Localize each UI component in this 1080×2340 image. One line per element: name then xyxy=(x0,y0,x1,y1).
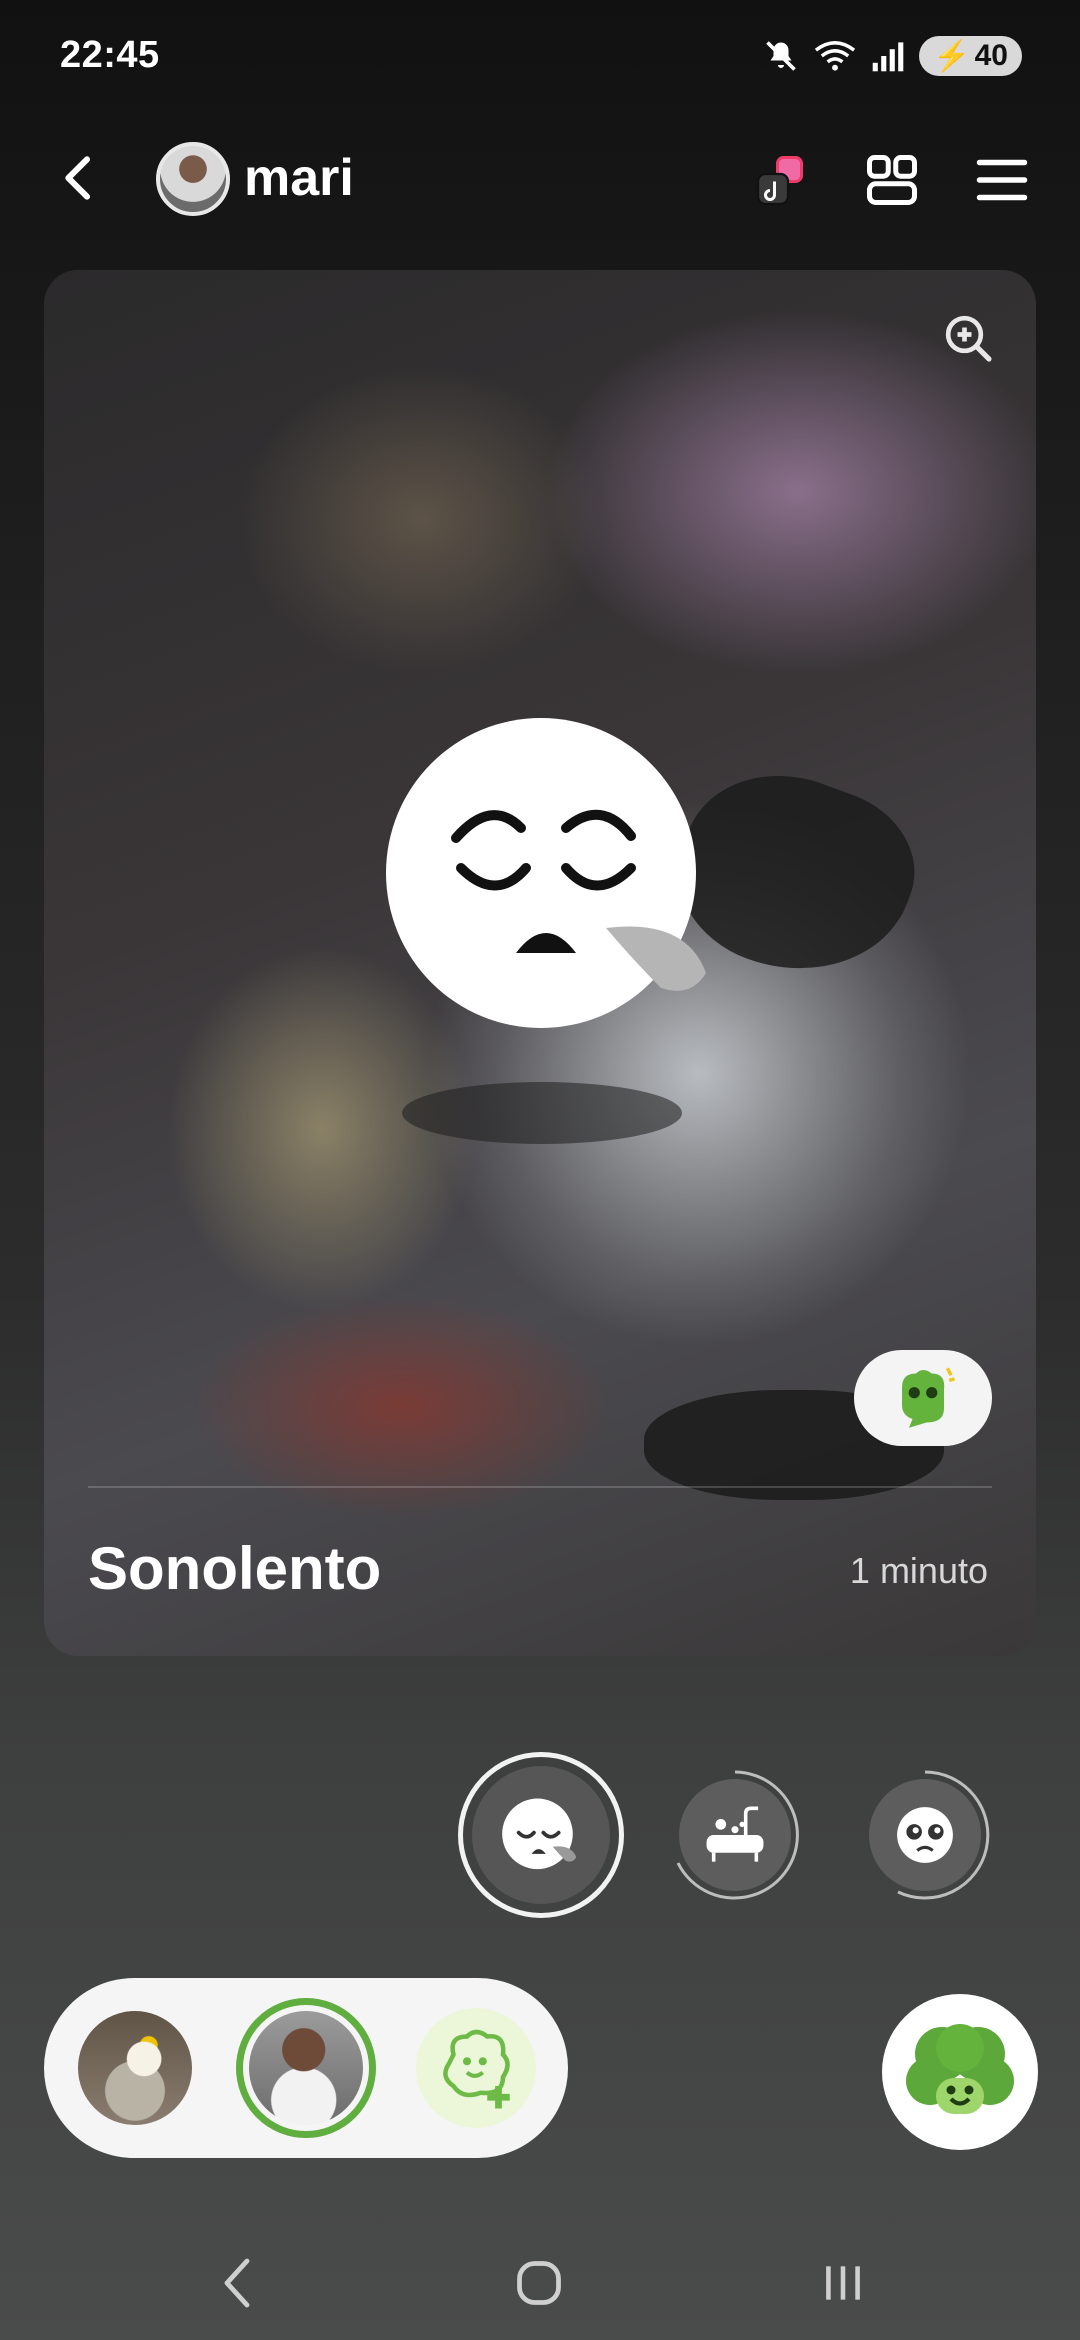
card-divider xyxy=(88,1486,992,1488)
zoom-in-icon[interactable] xyxy=(940,310,996,366)
mascot-reaction-button[interactable] xyxy=(854,1350,992,1446)
back-arrow-icon[interactable] xyxy=(52,150,108,206)
friend-avatar-bird[interactable] xyxy=(78,2011,192,2125)
timestamp: 1 minuto xyxy=(849,1550,988,1591)
sleepy-face-emoji xyxy=(386,718,706,1028)
emoji-shadow xyxy=(402,1082,682,1144)
progress-ring xyxy=(897,1770,990,1900)
friends-switcher xyxy=(44,1978,568,2158)
nav-recents-button[interactable] xyxy=(808,2248,878,2318)
nav-back-icon xyxy=(224,2258,250,2308)
wifi-icon xyxy=(815,41,856,71)
nav-recents-icon xyxy=(826,2266,860,2300)
page-title[interactable]: mari xyxy=(244,148,354,208)
broccoli-mascot-icon xyxy=(906,2024,1014,2114)
mood-card[interactable]: Sonolento 1 minuto xyxy=(44,270,1036,1656)
status-icons: ⚡ 40 xyxy=(763,34,1022,78)
bolt-icon: ⚡ xyxy=(933,39,971,73)
avatar[interactable] xyxy=(156,142,230,216)
mute-icon xyxy=(766,41,797,71)
nav-home-button[interactable] xyxy=(504,2248,574,2318)
grid-view-icon[interactable] xyxy=(862,150,922,210)
progress-ring xyxy=(676,1770,799,1900)
signal-icon xyxy=(872,42,904,72)
friend-avatar-mari[interactable] xyxy=(236,1998,376,2138)
tiktok-stack-icon[interactable] xyxy=(752,150,812,210)
sleepy-face-icon xyxy=(502,1798,577,1870)
add-friend-button[interactable] xyxy=(416,2008,536,2128)
mascot-sparkle-icon xyxy=(902,1367,956,1428)
menu-icon[interactable] xyxy=(972,150,1032,210)
status-time: 22:45 xyxy=(60,34,160,76)
mascot-button[interactable] xyxy=(882,1994,1038,2150)
avatar xyxy=(249,2011,363,2125)
mood-bubble-pleading[interactable] xyxy=(858,1768,992,1902)
mood-label: Sonolento xyxy=(88,1535,382,1602)
battery-indicator: ⚡ 40 xyxy=(919,36,1022,76)
mood-bubble-sleepy[interactable] xyxy=(458,1752,624,1918)
add-friend-icon xyxy=(443,2029,510,2109)
mood-bubble-bath[interactable] xyxy=(668,1768,802,1902)
nav-back-button[interactable] xyxy=(202,2248,272,2318)
battery-level: 40 xyxy=(974,39,1008,72)
nav-home-icon xyxy=(517,2261,561,2305)
